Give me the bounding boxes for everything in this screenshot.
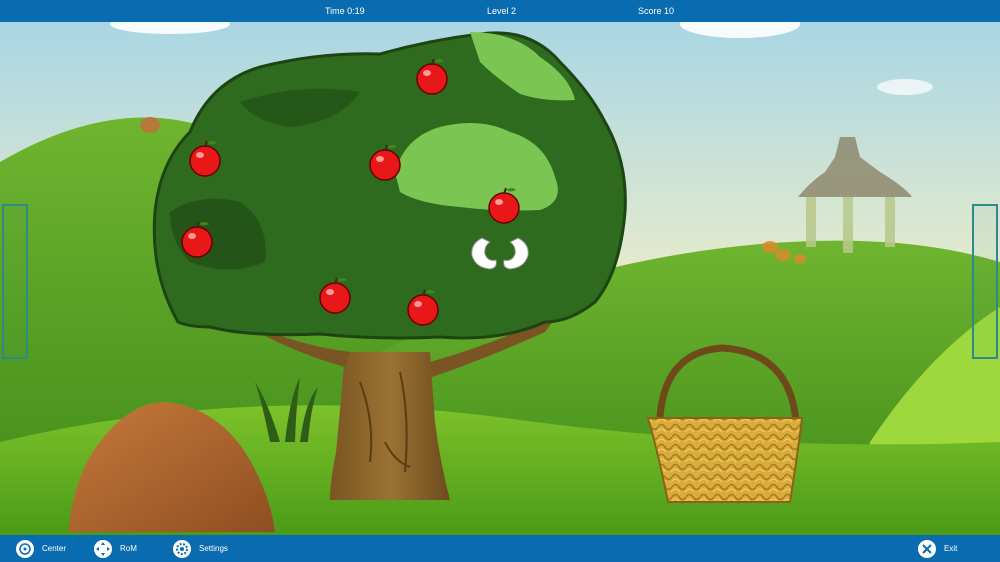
level-display: Level 2 (487, 6, 517, 16)
settings-label: Settings (199, 544, 228, 553)
game-scene (0, 22, 1000, 535)
center-button[interactable]: Center (16, 538, 66, 559)
time-display: Time 0:19 (325, 6, 365, 16)
center-label: Center (42, 544, 67, 553)
rom-button[interactable]: RoM (94, 538, 137, 559)
rom-label: RoM (120, 544, 137, 553)
crosshair-icon (16, 539, 34, 558)
exit-label: Exit (944, 544, 958, 553)
hud-bar: Time 0:19 Level 2 Score 10 (0, 0, 1000, 22)
settings-button[interactable]: Settings (173, 538, 228, 559)
gear-icon (173, 539, 191, 558)
right-side-handle (972, 204, 998, 359)
cloud (877, 79, 933, 95)
score-display: Score 10 (638, 6, 675, 16)
bottom-toolbar: Center RoM Settings Exit (0, 535, 1000, 562)
move-arrows-icon (94, 539, 112, 558)
left-side-handle (2, 204, 28, 359)
distant-rock (140, 117, 160, 133)
close-icon (918, 539, 936, 558)
exit-button[interactable]: Exit (918, 538, 957, 559)
